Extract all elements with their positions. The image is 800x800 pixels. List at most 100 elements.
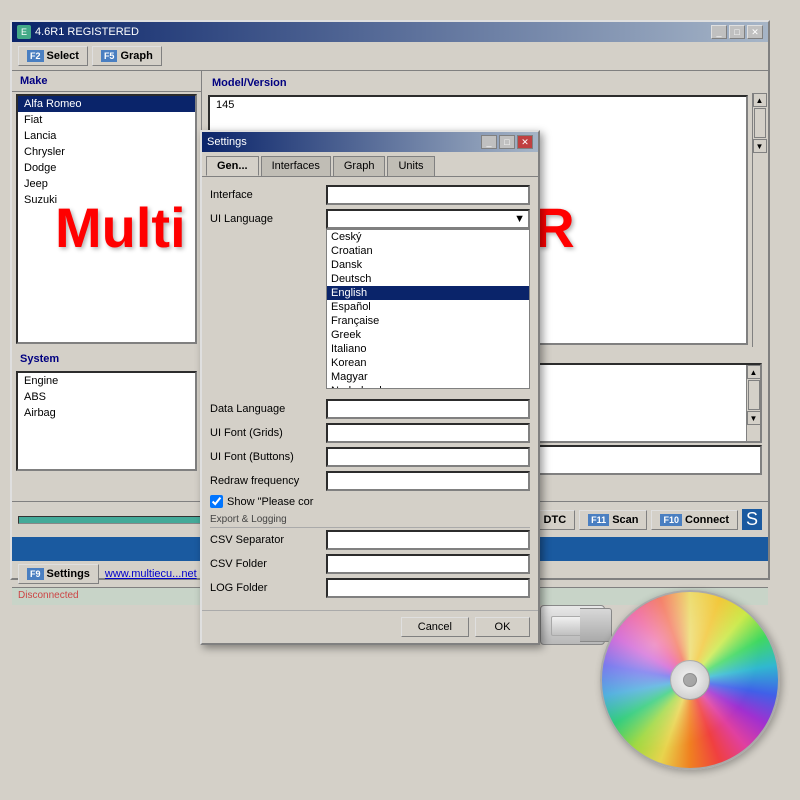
results-scroll-up[interactable]: ▲	[747, 365, 761, 379]
lang-croatian[interactable]: Croatian	[327, 244, 529, 258]
model-item-145[interactable]: 145	[210, 97, 746, 113]
dialog-title-controls: _ □ ✕	[481, 135, 533, 149]
status-text: Disconnected	[18, 590, 79, 601]
lang-korean[interactable]: Korean	[327, 356, 529, 370]
settings-key: F9	[27, 568, 44, 580]
lang-nederlands[interactable]: Nederlands	[327, 384, 529, 389]
tab-interfaces[interactable]: Interfaces	[261, 156, 331, 176]
close-button[interactable]: ✕	[747, 25, 763, 39]
interface-label: Interface	[210, 189, 320, 201]
ok-button[interactable]: OK	[475, 617, 530, 637]
usb-cap	[580, 608, 612, 642]
dialog-content: Interface UI Language ▼ Ceský Croatian D…	[202, 176, 538, 610]
cancel-button[interactable]: Cancel	[401, 617, 469, 637]
settings-button[interactable]: F9 Settings	[18, 564, 99, 584]
ui-language-select[interactable]: ▼	[326, 209, 530, 229]
dialog-minimize[interactable]: _	[481, 135, 497, 149]
dialog-footer: Cancel OK	[202, 610, 538, 643]
results-scroll-down[interactable]: ▼	[747, 411, 761, 425]
log-folder-input[interactable]	[326, 578, 530, 598]
ui-font-grids-input[interactable]	[326, 423, 530, 443]
left-panel: Make Alfa Romeo Fiat Lancia Chrysler Dod…	[12, 71, 202, 501]
ui-language-row: UI Language ▼ Ceský Croatian Dansk Deuts…	[210, 209, 530, 229]
results-scrollbar[interactable]: ▲ ▼	[746, 365, 760, 441]
csv-folder-input[interactable]	[326, 554, 530, 574]
interface-input[interactable]	[326, 185, 530, 205]
lang-espanol[interactable]: Español	[327, 300, 529, 314]
system-item-airbag[interactable]: Airbag	[18, 405, 195, 421]
scan-label: Scan	[612, 514, 638, 526]
connect-button[interactable]: F10 Connect	[651, 510, 738, 530]
redraw-freq-row: Redraw frequency	[210, 471, 530, 491]
scan-key: F11	[588, 514, 609, 526]
maximize-button[interactable]: □	[729, 25, 745, 39]
model-item-3[interactable]	[210, 121, 746, 125]
scroll-thumb[interactable]	[754, 108, 766, 138]
lang-greek[interactable]: Greek	[327, 328, 529, 342]
show-please-checkbox[interactable]	[210, 495, 223, 508]
tab-units[interactable]: Units	[387, 156, 434, 176]
tab-gen[interactable]: Gen...	[206, 156, 259, 176]
lang-francaise[interactable]: Française	[327, 314, 529, 328]
title-bar-controls: _ □ ✕	[711, 25, 763, 39]
select-label: Select	[47, 50, 79, 62]
make-item-jeep[interactable]: Jeep	[18, 176, 195, 192]
window-title: 4.6R1 REGISTERED	[35, 26, 139, 38]
dialog-title-bar: Settings _ □ ✕	[202, 132, 538, 152]
data-language-input[interactable]	[326, 399, 530, 419]
graph-button[interactable]: F5 Graph	[92, 46, 162, 66]
make-header: Make	[12, 71, 201, 92]
lang-italiano[interactable]: Italiano	[327, 342, 529, 356]
scroll-up[interactable]: ▲	[753, 93, 767, 107]
minimize-button[interactable]: _	[711, 25, 727, 39]
lang-magyar[interactable]: Magyar	[327, 370, 529, 384]
scan-button[interactable]: F11 Scan	[579, 510, 647, 530]
title-bar: E 4.6R1 REGISTERED _ □ ✕	[12, 22, 768, 42]
make-item-dodge[interactable]: Dodge	[18, 160, 195, 176]
redraw-freq-input[interactable]	[326, 471, 530, 491]
tab-graph[interactable]: Graph	[333, 156, 386, 176]
dialog-maximize[interactable]: □	[499, 135, 515, 149]
make-item-alfa[interactable]: Alfa Romeo	[18, 96, 195, 112]
website-link[interactable]: www.multiecu...net	[105, 568, 197, 580]
cd-shine	[602, 592, 778, 768]
language-dropdown[interactable]: Ceský Croatian Dansk Deutsch English Esp…	[326, 229, 530, 389]
csv-separator-label: CSV Separator	[210, 534, 320, 546]
ui-font-buttons-input[interactable]	[326, 447, 530, 467]
make-item-suzuki[interactable]: Suzuki	[18, 192, 195, 208]
redraw-freq-label: Redraw frequency	[210, 475, 320, 487]
make-item-fiat[interactable]: Fiat	[18, 112, 195, 128]
make-item-lancia[interactable]: Lancia	[18, 128, 195, 144]
settings-dialog: Settings _ □ ✕ Gen... Interfaces Graph U…	[200, 130, 540, 645]
model-header: Model/Version	[204, 73, 766, 93]
results-scroll-thumb[interactable]	[748, 380, 760, 410]
make-list[interactable]: Alfa Romeo Fiat Lancia Chrysler Dodge Je…	[16, 94, 197, 344]
usb-cd-area	[500, 570, 780, 770]
show-please-row: Show "Please cor	[210, 495, 530, 508]
system-list[interactable]: Engine ABS Airbag	[16, 371, 197, 471]
lang-cesky[interactable]: Ceský	[327, 230, 529, 244]
side-button[interactable]: S	[742, 509, 762, 530]
export-logging-label: Export & Logging	[210, 514, 530, 528]
csv-folder-row: CSV Folder	[210, 554, 530, 574]
system-item-engine[interactable]: Engine	[18, 373, 195, 389]
csv-folder-label: CSV Folder	[210, 558, 320, 570]
graph-label: Graph	[120, 50, 152, 62]
dialog-tabs: Gen... Interfaces Graph Units	[202, 152, 538, 176]
graph-key: F5	[101, 50, 118, 62]
scroll-down[interactable]: ▼	[753, 139, 767, 153]
lang-deutsch[interactable]: Deutsch	[327, 272, 529, 286]
ui-font-buttons-row: UI Font (Buttons)	[210, 447, 530, 467]
data-language-row: Data Language	[210, 399, 530, 419]
dialog-close[interactable]: ✕	[517, 135, 533, 149]
make-item-chrysler[interactable]: Chrysler	[18, 144, 195, 160]
system-item-abs[interactable]: ABS	[18, 389, 195, 405]
dropdown-arrow-icon: ▼	[514, 213, 525, 225]
lang-english[interactable]: English	[327, 286, 529, 300]
select-button[interactable]: F2 Select	[18, 46, 88, 66]
csv-separator-input[interactable]	[326, 530, 530, 550]
connect-key: F10	[660, 514, 682, 526]
lang-dansk[interactable]: Dansk	[327, 258, 529, 272]
model-scrollbar[interactable]: ▲ ▼	[752, 93, 766, 347]
system-header: System	[12, 349, 201, 369]
